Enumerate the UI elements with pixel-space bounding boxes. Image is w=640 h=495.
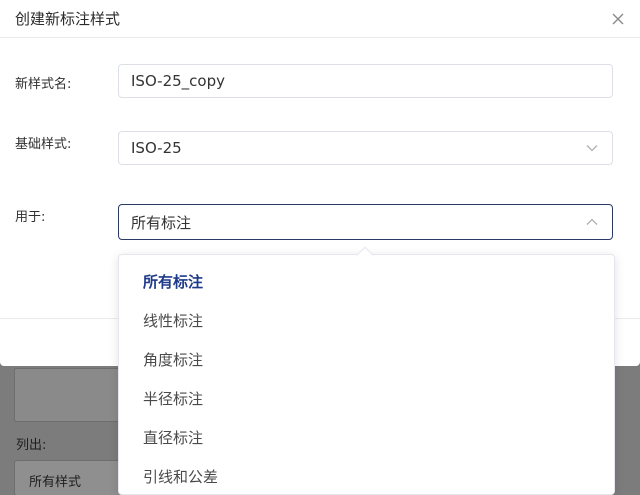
dialog-header: 创建新标注样式 [0,0,640,38]
dropdown-option-linear[interactable]: 线性标注 [119,302,614,341]
close-icon [612,13,624,25]
close-button[interactable] [608,9,628,29]
dropdown-option-radius[interactable]: 半径标注 [119,380,614,419]
new-style-name-field[interactable] [118,64,613,98]
dropdown-option-all[interactable]: 所有标注 [119,263,614,302]
background-list-select: 所有样式 [14,460,124,495]
use-for-value: 所有标注 [131,213,192,232]
background-list-label: 列出: [16,438,47,453]
use-for-label: 用于: [15,210,46,225]
use-for-select[interactable]: 所有标注 [118,204,613,240]
chevron-down-icon [586,145,598,152]
base-style-value: ISO-25 [131,139,182,157]
dropdown-option-angular[interactable]: 角度标注 [119,341,614,380]
background-preview-panel [14,368,124,422]
use-for-dropdown: 所有标注 线性标注 角度标注 半径标注 直径标注 引线和公差 [118,246,615,495]
dropdown-option-diameter[interactable]: 直径标注 [119,419,614,458]
dropdown-option-leader-tolerance[interactable]: 引线和公差 [119,458,614,495]
base-style-label: 基础样式: [15,137,72,152]
dialog-title: 创建新标注样式 [15,10,121,28]
chevron-up-icon [586,218,598,225]
base-style-select[interactable]: ISO-25 [118,131,613,165]
new-style-name-label: 新样式名: [15,77,72,92]
new-style-name-input[interactable] [131,72,600,90]
